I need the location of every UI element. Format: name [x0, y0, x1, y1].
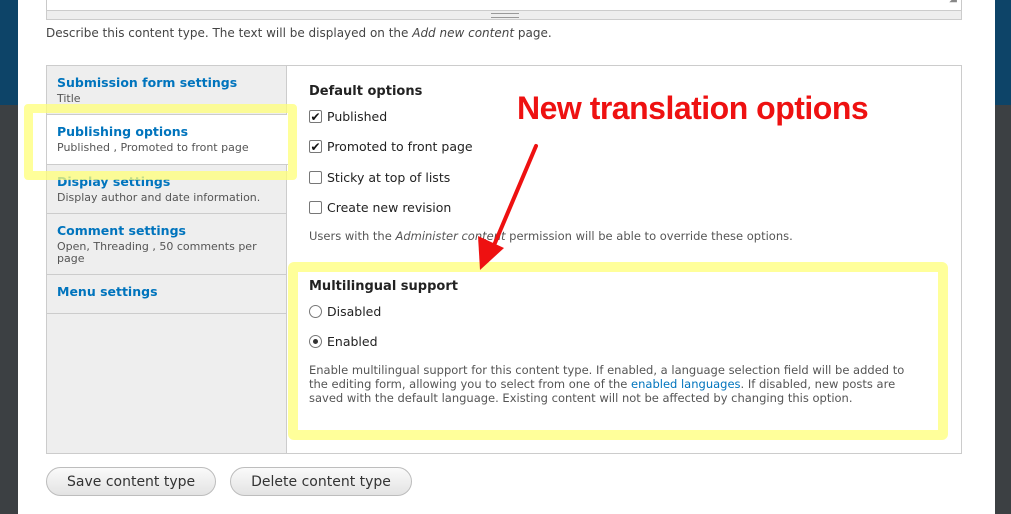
resize-corner-icon[interactable]: ◢ — [949, 0, 957, 4]
vtab-title[interactable]: Comment settings — [57, 223, 276, 238]
save-content-type-button[interactable]: Save content type — [46, 467, 217, 496]
vtab-title[interactable]: Submission form settings — [57, 75, 276, 90]
option-sticky[interactable]: Sticky at top of lists — [309, 170, 450, 185]
checkbox-sticky[interactable] — [309, 171, 322, 184]
highlight-publishing-options — [24, 104, 297, 180]
vtab-comment-settings[interactable]: Comment settings Open, Threading , 50 co… — [47, 214, 286, 275]
vtab-summary: Open, Threading , 50 comments per page — [57, 240, 257, 265]
description-help: Describe this content type. The text wil… — [46, 26, 552, 40]
option-label: Promoted to front page — [327, 139, 473, 154]
option-published[interactable]: ✔ Published — [309, 109, 387, 124]
callout-arrow-icon — [478, 144, 538, 270]
checkbox-published[interactable]: ✔ — [309, 110, 322, 123]
option-create-revision[interactable]: Create new revision — [309, 200, 451, 215]
option-promoted[interactable]: ✔ Promoted to front page — [309, 139, 473, 154]
option-label: Create new revision — [327, 200, 452, 215]
form-actions: Save content type Delete content type — [46, 467, 412, 496]
option-label: Published — [327, 109, 388, 124]
grippie-bars-icon — [491, 13, 519, 18]
checkbox-promoted[interactable]: ✔ — [309, 140, 322, 153]
vtab-menu-settings[interactable]: Menu settings — [47, 275, 286, 314]
option-label: Sticky at top of lists — [327, 170, 451, 185]
checkbox-create-revision[interactable] — [309, 201, 322, 214]
delete-content-type-button[interactable]: Delete content type — [230, 467, 412, 496]
highlight-multilingual-support — [288, 262, 948, 440]
vtab-title[interactable]: Menu settings — [57, 284, 276, 299]
default-options-help: Users with the Administer content permis… — [309, 229, 793, 243]
default-options-legend: Default options — [309, 84, 423, 99]
textarea-grippie[interactable] — [46, 10, 962, 20]
callout-text: New translation options — [517, 90, 869, 126]
vtab-summary: Display author and date information. — [57, 191, 261, 204]
